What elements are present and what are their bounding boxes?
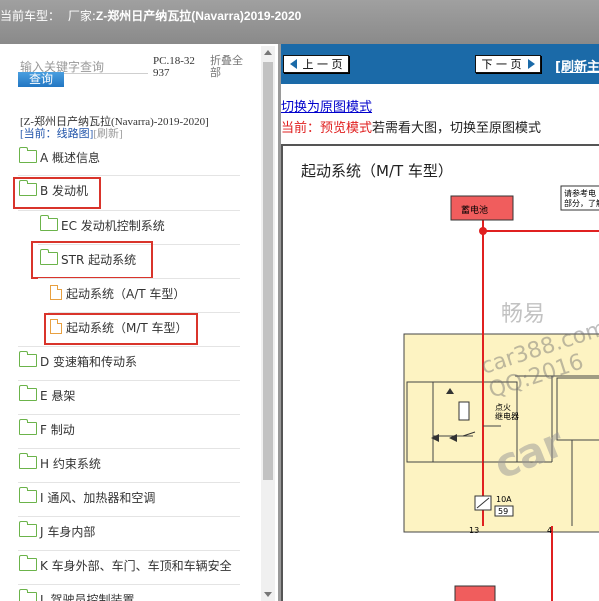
mode-current: 当前：预览模式 [281,121,373,136]
folder-icon [19,555,37,571]
scroll-down-arrow-icon[interactable] [261,589,275,601]
arrow-right-icon [527,59,535,69]
relay-label-2: 继电器 [495,412,519,421]
query-button[interactable]: 查询 [18,72,64,87]
tree-item-l[interactable]: L 驾驶员控制装置 [19,588,135,601]
title-bar: 当前车型： 厂家:Z-郑州日产纳瓦拉(Navarra)2019-2020 [0,0,599,44]
next-page-label: 下 一 页 [481,58,522,71]
battery-label: 蓄电池 [461,206,489,216]
model-name: Z-郑州日产纳瓦拉(Navarra)2019-2020 [95,9,302,23]
current-model-title: 当前车型： 厂家:Z-郑州日产纳瓦拉(Navarra)2019-2020 [0,7,301,24]
fuse-number: 59 [498,507,509,516]
pc-code: PC.18-32937 [153,55,195,79]
divider [18,210,240,211]
tree-item-label: L 驾驶员控制装置 [40,593,135,601]
junction-dot [479,227,487,235]
divider [18,380,240,381]
tree-item-a[interactable]: A 概述信息 [19,146,100,170]
tree-item-label: I 通风、加热器和空调 [40,491,156,505]
refresh-main-link[interactable]: [刷新主 [555,56,599,75]
tree-item-f[interactable]: F 制动 [19,418,75,442]
divider [18,516,240,517]
tree-item-label: EC 发动机控制系统 [61,219,165,233]
tree-item-label: D 变速箱和传动系 [40,355,138,369]
mode-status: 当前：预览模式若需看大图，切换至原图模式 [281,117,541,136]
highlight-box-starting-system [31,241,153,279]
divider [38,278,240,279]
current-section-label: [当前：线路图] [20,128,94,140]
tree-item-i[interactable]: I 通风、加热器和空调 [19,486,155,510]
tree-item-label: E 悬架 [40,389,76,403]
folder-icon [19,147,37,163]
folder-icon [19,453,37,469]
divider [18,175,240,176]
folder-icon [19,419,37,435]
prev-page-label: 上 一 页 [302,58,343,71]
arrow-left-icon [289,59,297,69]
tree-item-label: H 约束系统 [40,457,101,471]
prev-page-button[interactable]: 上 一 页 [283,55,349,73]
tree-item-label: J 车身内部 [40,525,96,539]
mode-hint: 若需看大图，切换至原图模式 [372,121,542,136]
pin-number: 4 [547,526,553,535]
document-icon [50,285,62,300]
divider [18,584,240,585]
catalog-sidebar: 输入关键字查询 查询 PC.18-32937 折叠全部 [Z-郑州日产纳瓦拉(N… [0,44,278,601]
diagram-title: 起动系统（M/T 车型） [301,162,453,180]
folder-icon [19,589,37,601]
tree-item-h[interactable]: H 约束系统 [19,452,101,476]
divider [18,346,240,347]
divider [18,414,240,415]
tree-item-d[interactable]: D 变速箱和传动系 [19,350,137,374]
highlight-box-engine [13,177,101,209]
note-line-2: 部分，了解 [564,199,599,208]
tree-item-e[interactable]: E 悬架 [19,384,75,408]
tree-item-label: F 制动 [40,423,75,437]
relay-coil [458,401,470,421]
connector-symbol [454,585,496,601]
wiring-diagram: 起动系统（M/T 车型） 蓄电池 请参考电 部分，了解 点火 继电器 10A 5… [281,144,599,601]
tree-item-ec[interactable]: EC 发动机控制系统 [40,214,165,238]
title-prefix: 当前车型： [0,9,61,23]
car-info: [Z-郑州日产纳瓦拉(Navarra)-2019-2020] [当前：线路图][… [20,116,209,140]
scroll-thumb[interactable] [263,62,273,480]
folder-icon [19,521,37,537]
sidebar-scrollbar[interactable] [261,46,275,601]
divider [18,482,240,483]
page-nav-bar: 上 一 页 下 一 页 [刷新主 [281,44,599,84]
fold-all-button[interactable]: 折叠全部 [210,55,250,79]
next-page-button[interactable]: 下 一 页 [475,55,541,73]
folder-icon [19,385,37,401]
switch-original-mode-link[interactable]: 切换为原图模式 [281,96,372,115]
fuse-rating: 10A [496,495,512,504]
pin-number: 13 [469,526,480,535]
tree-item-j[interactable]: J 车身内部 [19,520,95,544]
folder-icon [19,351,37,367]
divider [18,550,240,551]
refresh-link[interactable]: [刷新] [93,128,122,140]
manufacturer-label: 厂家: [67,9,96,23]
folder-icon [40,215,58,231]
tree-item-label: A 概述信息 [40,151,101,165]
tree-item-label: 起动系统（A/T 车型） [66,287,186,301]
tree-item-k[interactable]: K 车身外部、车门、车顶和车辆安全 [19,554,232,578]
tree-item-str-at[interactable]: 起动系统（A/T 车型） [50,282,185,306]
highlight-box-mt [44,313,198,345]
scroll-up-arrow-icon[interactable] [261,46,275,58]
content-panel: 上 一 页 下 一 页 [刷新主 切换为原图模式 当前：预览模式若需看大图，切换… [281,44,599,601]
car-info-label: [Z-郑州日产纳瓦拉(Navarra)-2019-2020] [20,116,209,128]
divider [18,448,240,449]
folder-icon [19,487,37,503]
tree-item-label: K 车身外部、车门、车顶和车辆安全 [40,559,232,573]
